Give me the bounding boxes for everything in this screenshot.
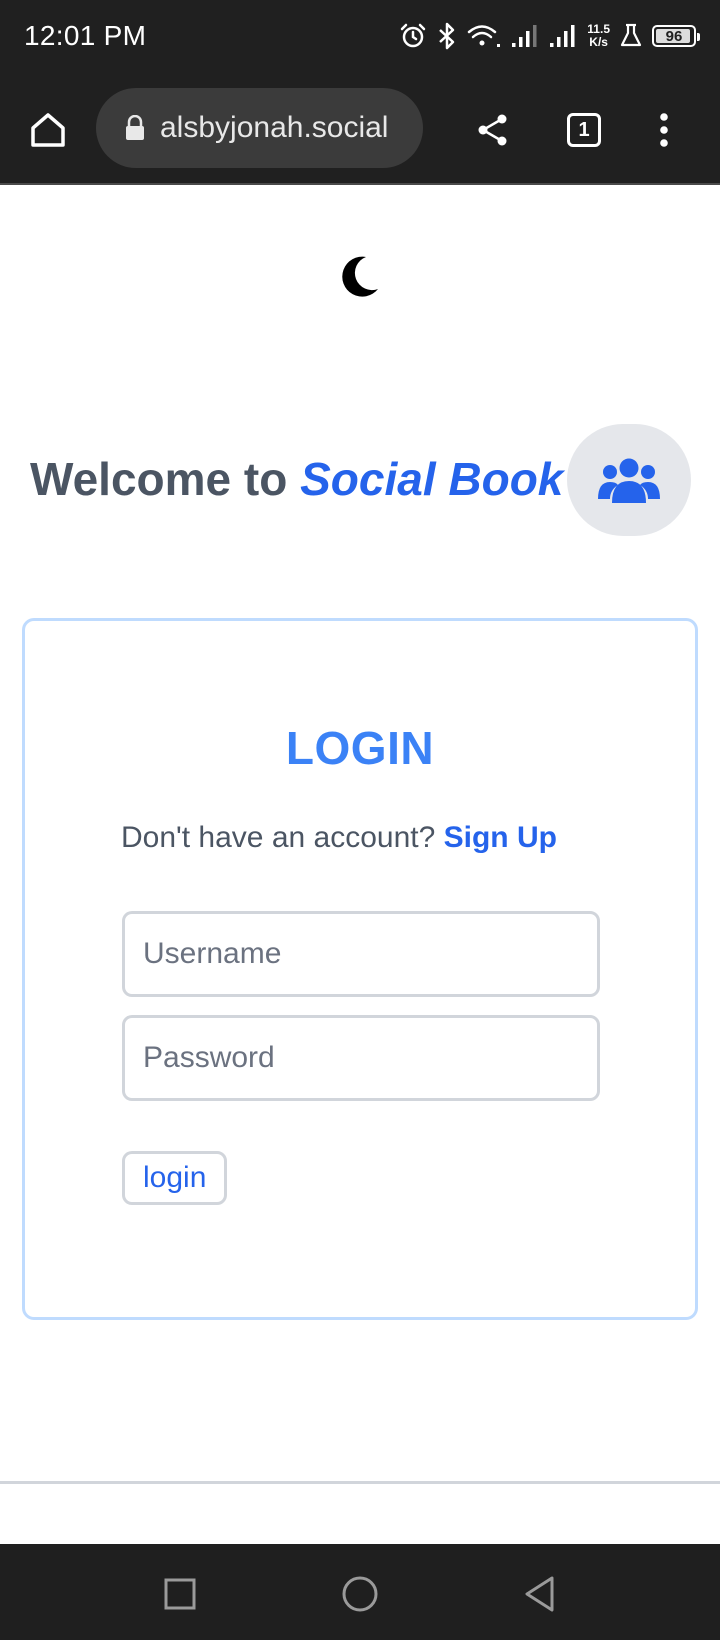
signup-link[interactable]: Sign Up <box>444 821 557 854</box>
community-badge <box>567 424 691 536</box>
signal-icon <box>550 25 575 47</box>
status-icons: 11.5 K/s 96 <box>399 18 700 54</box>
battery-level: 96 <box>665 27 683 45</box>
system-home-button[interactable] <box>334 1568 386 1620</box>
share-icon <box>478 114 507 146</box>
wifi-icon <box>468 25 501 47</box>
lab-flask-icon <box>620 23 642 47</box>
share-button[interactable] <box>465 102 521 158</box>
home-icon <box>31 113 65 147</box>
login-title: LOGIN <box>285 722 435 774</box>
recents-button[interactable] <box>154 1568 206 1620</box>
password-input[interactable] <box>122 1015 600 1101</box>
tabs-button[interactable]: 1 <box>556 102 612 158</box>
status-time: 12:01 PM <box>24 20 147 51</box>
bluetooth-icon <box>439 22 455 50</box>
users-icon <box>598 458 660 503</box>
battery-icon: 96 <box>652 25 700 47</box>
status-bar: 12:01 PM 11.5 K/s 96 <box>0 0 720 74</box>
signup-prompt-text: Don't have an account? <box>121 821 436 854</box>
system-nav-bar <box>0 1544 720 1640</box>
network-speed-unit: K/s <box>589 35 608 49</box>
lock-icon <box>126 115 144 140</box>
brand-name: Social Book <box>300 453 564 505</box>
theme-toggle-button[interactable] <box>338 254 382 305</box>
home-button[interactable] <box>20 102 76 158</box>
back-triangle-icon <box>525 1576 554 1612</box>
home-circle-icon <box>342 1576 378 1612</box>
signal-icon <box>512 25 537 47</box>
username-input[interactable] <box>122 911 600 997</box>
back-button[interactable] <box>514 1568 566 1620</box>
tab-count: 1 <box>578 118 590 141</box>
network-speed: 11.5 K/s <box>587 23 610 49</box>
url-text: alsbyjonah.social <box>160 111 389 144</box>
recents-square-icon <box>164 1578 196 1610</box>
alarm-icon <box>401 23 426 48</box>
signup-prompt: Don't have an account? Sign Up <box>121 821 557 855</box>
more-vert-icon <box>660 113 668 147</box>
page-divider <box>0 1481 720 1484</box>
moon-icon <box>342 256 378 297</box>
tabs-icon: 1 <box>567 113 601 147</box>
browser-toolbar: alsbyjonah.social 1 <box>0 74 720 185</box>
more-menu-button[interactable] <box>636 102 692 158</box>
login-button[interactable]: login <box>122 1151 228 1205</box>
address-bar[interactable]: alsbyjonah.social <box>96 88 423 168</box>
welcome-heading: Welcome to Social Book <box>30 452 563 506</box>
welcome-prefix: Welcome to <box>30 453 301 505</box>
login-card: LOGIN Don't have an account? Sign Up log… <box>22 618 698 1320</box>
